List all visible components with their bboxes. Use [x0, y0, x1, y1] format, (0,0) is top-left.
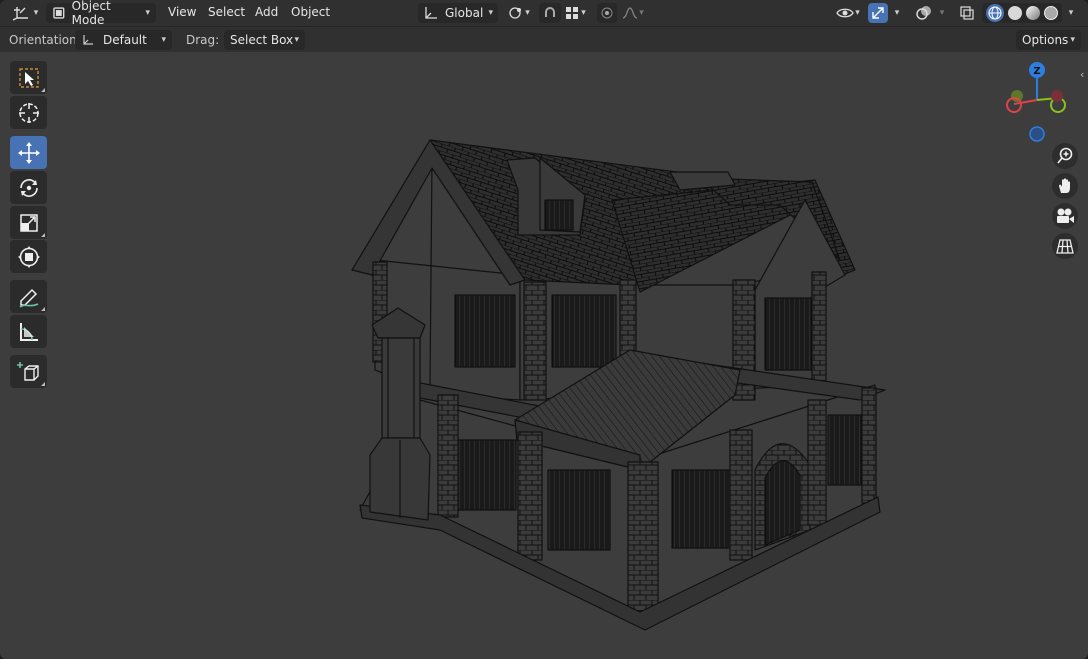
neg-y-axis-ball[interactable] [1011, 90, 1023, 102]
zoom-button[interactable] [1052, 143, 1078, 169]
sidebar-toggle-arrow[interactable]: ‹ [1080, 68, 1084, 81]
camera-view-button[interactable] [1052, 203, 1078, 229]
zoom-icon [1057, 147, 1073, 164]
projection-toggle-button[interactable] [1052, 233, 1078, 259]
z-axis-label: Z [1033, 66, 1040, 77]
camera-icon [1057, 208, 1074, 223]
pan-button[interactable] [1052, 173, 1078, 199]
x-axis-ball[interactable] [1051, 90, 1063, 102]
house-wireframe-model[interactable] [0, 0, 1088, 659]
grid-icon [1056, 239, 1074, 254]
3d-viewport[interactable]: ▾ Object Mode ▾ View Select Add Object G… [0, 0, 1088, 659]
pan-hand-icon [1059, 178, 1070, 193]
neg-z-axis-ball[interactable] [1029, 126, 1045, 142]
navigation-gizmo[interactable]: Z [998, 58, 1078, 148]
